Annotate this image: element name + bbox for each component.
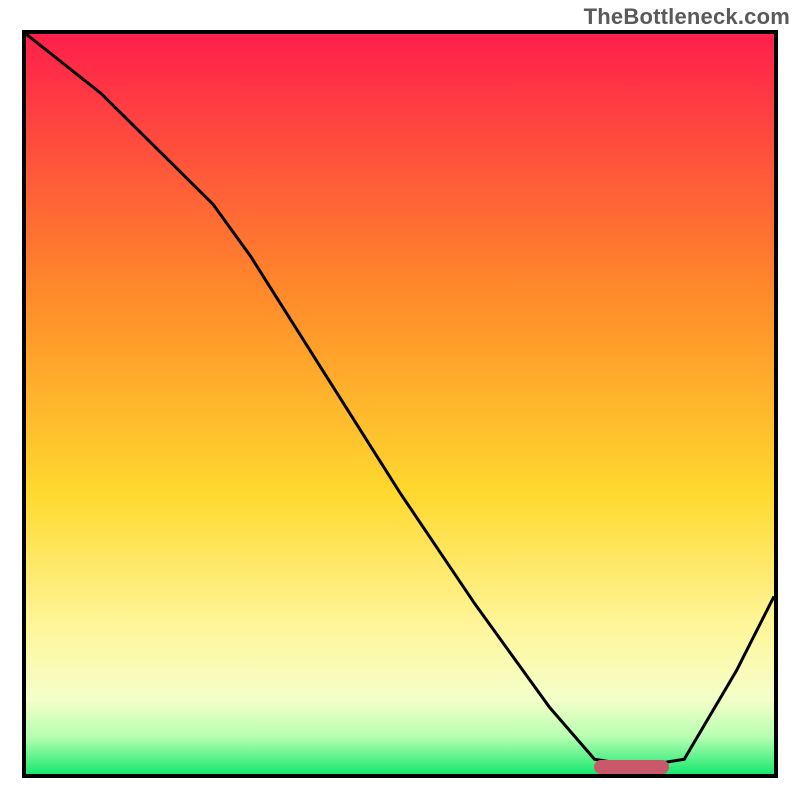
- optimal-range-marker: [594, 760, 669, 774]
- curve-path: [26, 34, 774, 767]
- chart-area: [22, 30, 778, 778]
- bottleneck-curve: [26, 34, 774, 774]
- watermark-text: TheBottleneck.com: [584, 4, 790, 30]
